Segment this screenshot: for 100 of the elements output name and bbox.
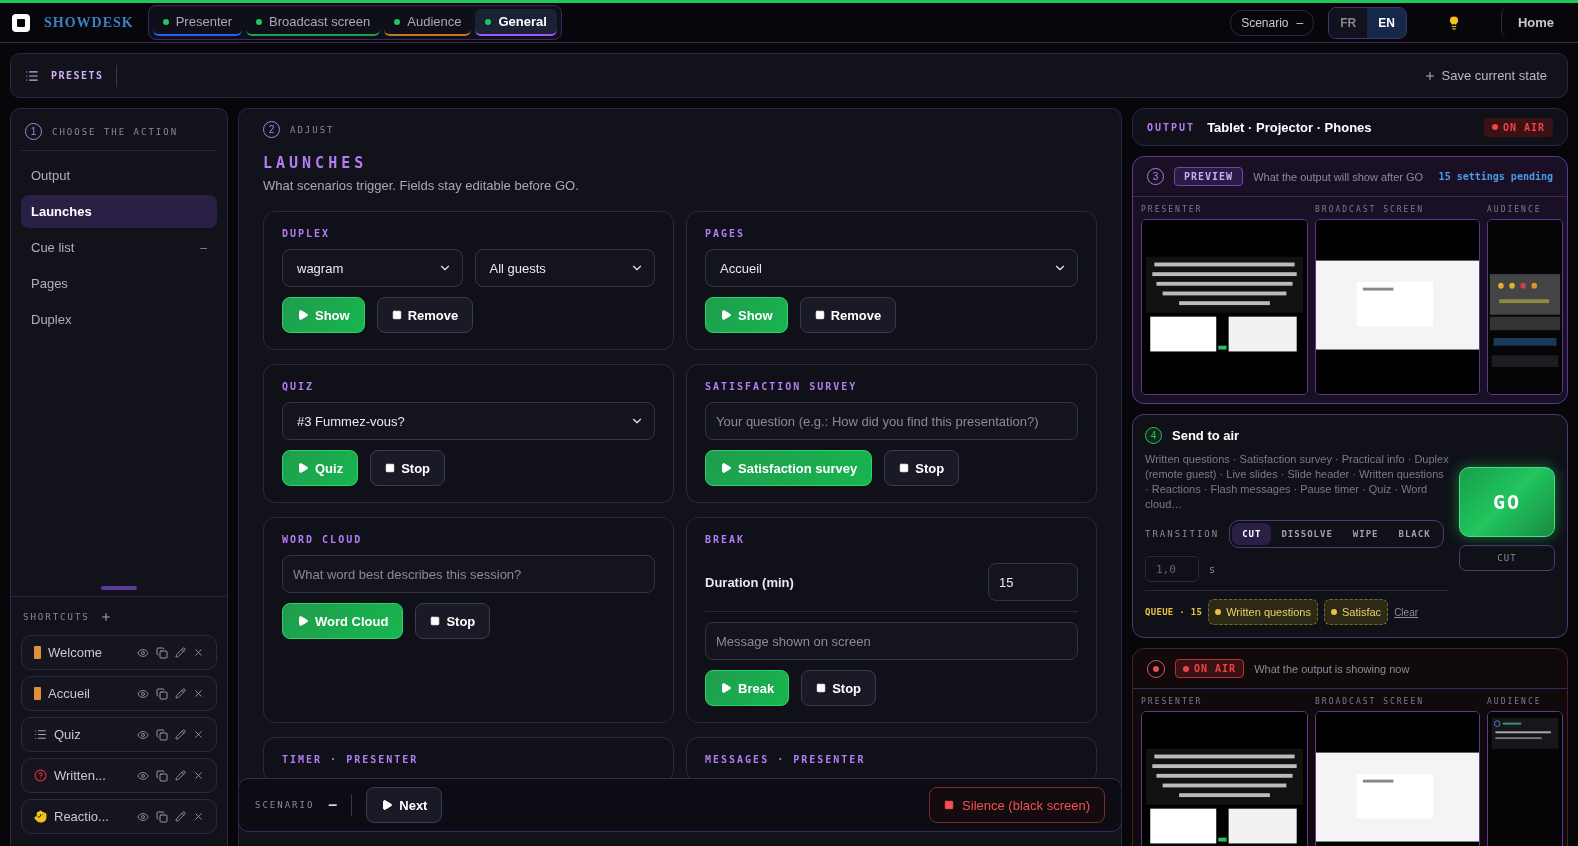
- eye-icon[interactable]: [137, 810, 149, 823]
- door-icon: [34, 646, 41, 659]
- silence-button[interactable]: Silence (black screen): [929, 787, 1105, 823]
- pencil-icon[interactable]: [175, 688, 186, 699]
- section-subtitle: What scenarios trigger. Fields stay editable before GO.: [263, 178, 580, 193]
- stop-button[interactable]: Stop: [801, 670, 877, 706]
- card-title: PAGES: [705, 228, 747, 239]
- play-icon: [297, 615, 309, 627]
- preview-caption: What the output will show after GO: [1253, 170, 1425, 183]
- shortcut-item[interactable]: Written...: [21, 758, 217, 793]
- stop-button[interactable]: Remove: [799, 297, 897, 333]
- queue-label: QUEUE · 15: [1145, 607, 1203, 617]
- save-state-button[interactable]: Save current state: [1417, 64, 1553, 87]
- eye-icon[interactable]: [137, 728, 149, 741]
- transition-option[interactable]: CUT: [1232, 523, 1272, 545]
- resize-handle[interactable]: [101, 586, 137, 590]
- transition-option[interactable]: DISSOLVE: [1271, 523, 1343, 545]
- hand-icon: [34, 810, 47, 823]
- copy-icon[interactable]: [156, 810, 168, 823]
- section-title: CHOOSE THE ACTION: [52, 126, 179, 137]
- shortcut-item[interactable]: Reactio...: [21, 799, 217, 834]
- stop-icon: [814, 310, 825, 320]
- sidebar-item[interactable]: Pages: [21, 267, 217, 300]
- presets-title: PRESETS: [51, 70, 104, 81]
- on-air-badge: ON AIR: [1483, 117, 1553, 137]
- queue-chip[interactable]: Satisfac: [1324, 599, 1389, 625]
- field-label: Duration (min): [705, 574, 795, 590]
- eye-icon[interactable]: [137, 646, 149, 659]
- close-icon[interactable]: [193, 729, 204, 740]
- tab[interactable]: Broadcast screen: [246, 9, 381, 36]
- app-name: SHOWDESK: [44, 14, 134, 31]
- next-button[interactable]: Next: [366, 787, 443, 823]
- close-icon[interactable]: [193, 811, 204, 822]
- input-field[interactable]: What word best describes this session?: [282, 555, 655, 593]
- pencil-icon[interactable]: [175, 647, 186, 658]
- scenario-label: SCENARIO: [255, 800, 315, 810]
- card-title: TIMER · PRESENTER: [282, 754, 420, 765]
- add-icon[interactable]: [99, 611, 112, 623]
- shortcut-item[interactable]: Quiz: [21, 717, 217, 752]
- question-icon: [34, 769, 47, 782]
- stop-button[interactable]: Remove: [376, 297, 474, 333]
- close-icon[interactable]: [193, 688, 204, 699]
- pencil-icon[interactable]: [175, 770, 186, 781]
- transition-option[interactable]: BLACK: [1388, 523, 1441, 545]
- tab[interactable]: Presenter: [152, 9, 243, 36]
- plus-icon: [1423, 69, 1436, 82]
- language-option[interactable]: FR: [1329, 7, 1368, 38]
- section-title: SHORTCUTS: [23, 612, 90, 622]
- number-field[interactable]: 15: [988, 563, 1078, 601]
- close-icon[interactable]: [193, 770, 204, 781]
- input-field[interactable]: Message shown on screen: [705, 622, 1078, 660]
- shortcut-item[interactable]: Accueil: [21, 676, 217, 711]
- copy-icon[interactable]: [156, 646, 168, 659]
- card-title: MESSAGES · PRESENTER: [705, 754, 867, 765]
- scenario-toggle[interactable]: Scenario –: [1230, 9, 1315, 36]
- transition-option[interactable]: WIPE: [1342, 523, 1389, 545]
- list-icon: [25, 68, 39, 83]
- home-button[interactable]: Home: [1500, 7, 1566, 38]
- stop-icon: [899, 463, 910, 473]
- stop-icon: [385, 463, 396, 473]
- dropdown[interactable]: All guests: [474, 249, 655, 287]
- shortcut-item[interactable]: Welcome: [21, 635, 217, 670]
- dropdown[interactable]: Accueil: [705, 249, 1078, 287]
- on-air-caption: What the output is showing now: [1254, 662, 1411, 675]
- queue-summary: Written questions · Satisfaction survey · Practical info · Duplex (remote guest) · Live slides · Slide header · Written questions · Reactions · Flash messages · Pause timer · Quiz · Word cloud…: [1145, 452, 1449, 512]
- card-title: BREAK: [705, 534, 747, 545]
- step-number: 4: [1145, 427, 1162, 444]
- eye-icon[interactable]: [137, 687, 149, 700]
- copy-icon[interactable]: [156, 769, 168, 782]
- pencil-icon[interactable]: [175, 811, 186, 822]
- copy-icon[interactable]: [156, 728, 168, 741]
- copy-icon[interactable]: [156, 687, 168, 700]
- eye-icon[interactable]: [137, 769, 149, 782]
- on-air-badge: ON AIR: [1175, 659, 1245, 678]
- screen-label: PRESENTER: [1141, 205, 1204, 214]
- sidebar-item[interactable]: Output: [21, 159, 217, 192]
- language-option[interactable]: EN: [1367, 7, 1406, 38]
- stop-button[interactable]: Stop: [884, 450, 960, 486]
- preview-badge: PREVIEW: [1174, 167, 1244, 186]
- card-title: QUIZ: [282, 381, 316, 392]
- dropdown[interactable]: wagram: [282, 249, 463, 287]
- pencil-icon[interactable]: [175, 729, 186, 740]
- collapse-toggle[interactable]: –: [328, 796, 338, 814]
- play-icon: [720, 309, 732, 321]
- input-field[interactable]: Your question (e.g.: How did you find this presentation?): [705, 402, 1078, 440]
- dropdown[interactable]: #3 Fummez-vous?: [282, 402, 655, 440]
- tab[interactable]: General: [475, 9, 557, 36]
- clear-link[interactable]: Clear: [1394, 606, 1419, 618]
- sidebar-item[interactable]: Launches: [21, 195, 217, 228]
- tab[interactable]: Audience: [384, 9, 472, 36]
- stop-button[interactable]: Stop: [370, 450, 446, 486]
- play-icon: [297, 462, 309, 474]
- sidebar-item[interactable]: Duplex: [21, 303, 217, 336]
- stop-icon: [430, 616, 441, 626]
- transition-button[interactable]: CUT: [1459, 545, 1555, 571]
- queue-chip[interactable]: Written questions: [1208, 599, 1318, 625]
- card-title: WORD CLOUD: [282, 534, 364, 545]
- close-icon[interactable]: [193, 647, 204, 658]
- sidebar-item[interactable]: Cue list –: [21, 231, 217, 264]
- stop-button[interactable]: Stop: [415, 603, 491, 639]
